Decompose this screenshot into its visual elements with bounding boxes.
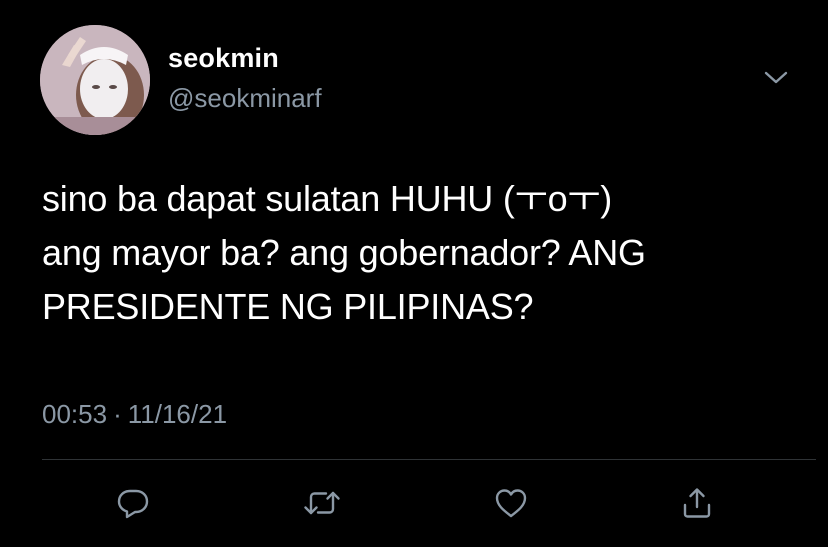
- avatar[interactable]: [40, 25, 150, 135]
- tweet-time[interactable]: 00:53: [42, 399, 107, 429]
- divider: [42, 459, 816, 460]
- tweet-meta: 00:53 · 11/16/21: [42, 396, 227, 432]
- heart-icon: [495, 489, 527, 518]
- author-display-name[interactable]: seokmin: [168, 40, 279, 76]
- reply-button[interactable]: [113, 483, 153, 523]
- chevron-down-icon[interactable]: [762, 66, 790, 88]
- tweet-card: seokmin @seokminarf sino ba dapat sulata…: [0, 0, 828, 547]
- retweet-icon: [304, 491, 340, 515]
- tweet-date[interactable]: 11/16/21: [128, 399, 227, 429]
- share-button[interactable]: [677, 483, 717, 523]
- tweet-text: sino ba dapat sulatan HUHU (ㅜoㅜ) ang may…: [42, 178, 646, 327]
- retweet-button[interactable]: [302, 483, 342, 523]
- share-icon: [683, 488, 711, 518]
- author-handle[interactable]: @seokminarf: [168, 80, 322, 116]
- like-button[interactable]: [491, 483, 531, 523]
- meta-separator: ·: [113, 399, 122, 429]
- reply-icon: [117, 489, 149, 519]
- avatar-photo: [40, 25, 150, 135]
